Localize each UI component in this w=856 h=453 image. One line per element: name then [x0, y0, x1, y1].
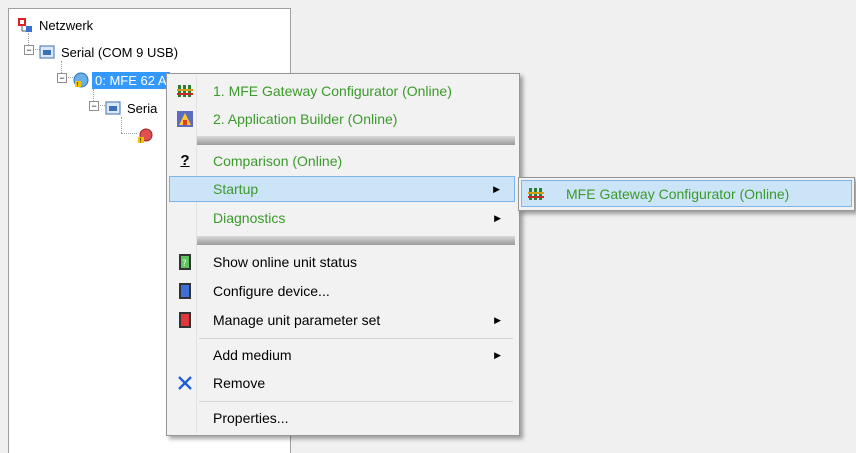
menu-item-label: Comparison (Online) [213, 153, 343, 169]
tree-node-network[interactable]: Netzwerk [17, 15, 96, 35]
device-warning-icon: ! [137, 128, 153, 145]
remove-x-icon [177, 375, 193, 391]
gateway-configurator-icon [528, 186, 544, 202]
tree-connector [121, 117, 122, 133]
menu-item-label: Diagnostics [213, 210, 286, 226]
serial-port-icon [39, 44, 55, 60]
application-builder-icon [177, 111, 193, 127]
menu-item-application-builder[interactable]: 2. Application Builder (Online) [169, 106, 515, 132]
blue-device-icon [177, 283, 193, 299]
tree-node-gateway[interactable]: ! 0: MFE 62 A [73, 70, 170, 90]
tree-node-label: Serial (COM 9 USB) [61, 44, 179, 60]
menu-item-label: Add medium [213, 347, 292, 363]
svg-text:!: ! [140, 138, 142, 145]
menu-item-show-online-status[interactable]: ? Show online unit status [169, 249, 515, 275]
tree-connector [121, 133, 137, 134]
menu-item-manage-parameter-set[interactable]: Manage unit parameter set ▶ [169, 307, 515, 333]
menu-item-label: Remove [213, 375, 266, 391]
menu-item-label: Manage unit parameter set [213, 312, 381, 328]
menu-separator [199, 401, 513, 402]
menu-item-label: 2. Application Builder (Online) [213, 111, 398, 127]
network-icon [17, 17, 33, 33]
chevron-right-icon: ▶ [494, 349, 501, 360]
menu-item-startup[interactable]: Startup ▶ [169, 176, 515, 202]
collapse-toggle[interactable]: − [89, 101, 99, 111]
context-menu: 1. MFE Gateway Configurator (Online) 2. … [166, 73, 520, 436]
gateway-device-icon: ! [73, 72, 89, 89]
menu-item-label: Properties... [213, 410, 289, 426]
gateway-configurator-icon [177, 83, 193, 99]
menu-item-label: Configure device... [213, 283, 330, 299]
tree-node-device[interactable]: ! [137, 126, 162, 146]
green-status-icon: ? [177, 254, 193, 270]
tree-node-label: Netzwerk [39, 17, 94, 33]
menu-section-divider [197, 236, 515, 245]
menu-item-label: 1. MFE Gateway Configurator (Online) [213, 83, 452, 99]
question-icon: ? [180, 152, 190, 169]
collapse-toggle[interactable]: − [24, 45, 34, 55]
serial-port-icon [105, 100, 121, 116]
submenu-item-gateway-configurator[interactable]: MFE Gateway Configurator (Online) [521, 180, 852, 207]
menu-item-remove[interactable]: Remove [169, 370, 515, 396]
svg-text:?: ? [182, 259, 187, 269]
chevron-right-icon: ▶ [493, 183, 500, 194]
menu-item-label: Startup [213, 181, 259, 197]
menu-item-gateway-configurator[interactable]: 1. MFE Gateway Configurator (Online) [169, 78, 515, 104]
svg-text:!: ! [77, 82, 79, 89]
chevron-right-icon: ▶ [494, 314, 501, 325]
collapse-toggle[interactable]: − [57, 73, 67, 83]
red-device-icon [177, 312, 193, 328]
menu-item-configure-device[interactable]: Configure device... [169, 278, 515, 304]
menu-item-comparison[interactable]: ? Comparison (Online) [169, 148, 515, 174]
tree-node-label: 0: MFE 62 A [92, 71, 170, 89]
menu-item-add-medium[interactable]: Add medium ▶ [169, 342, 515, 368]
menu-item-properties[interactable]: Properties... [169, 405, 515, 431]
menu-separator [199, 338, 513, 339]
menu-item-label: MFE Gateway Configurator (Online) [566, 185, 790, 202]
tree-node-serial-sub[interactable]: Seria [105, 98, 160, 118]
menu-item-label: Show online unit status [213, 254, 357, 270]
tree-node-label: Seria [127, 100, 158, 116]
chevron-right-icon: ▶ [494, 212, 501, 223]
menu-section-divider [197, 136, 515, 145]
startup-submenu: MFE Gateway Configurator (Online) [518, 177, 855, 211]
tree-node-label [156, 135, 162, 137]
menu-item-diagnostics[interactable]: Diagnostics ▶ [169, 205, 515, 231]
tree-node-serial-port[interactable]: Serial (COM 9 USB) [39, 42, 181, 62]
